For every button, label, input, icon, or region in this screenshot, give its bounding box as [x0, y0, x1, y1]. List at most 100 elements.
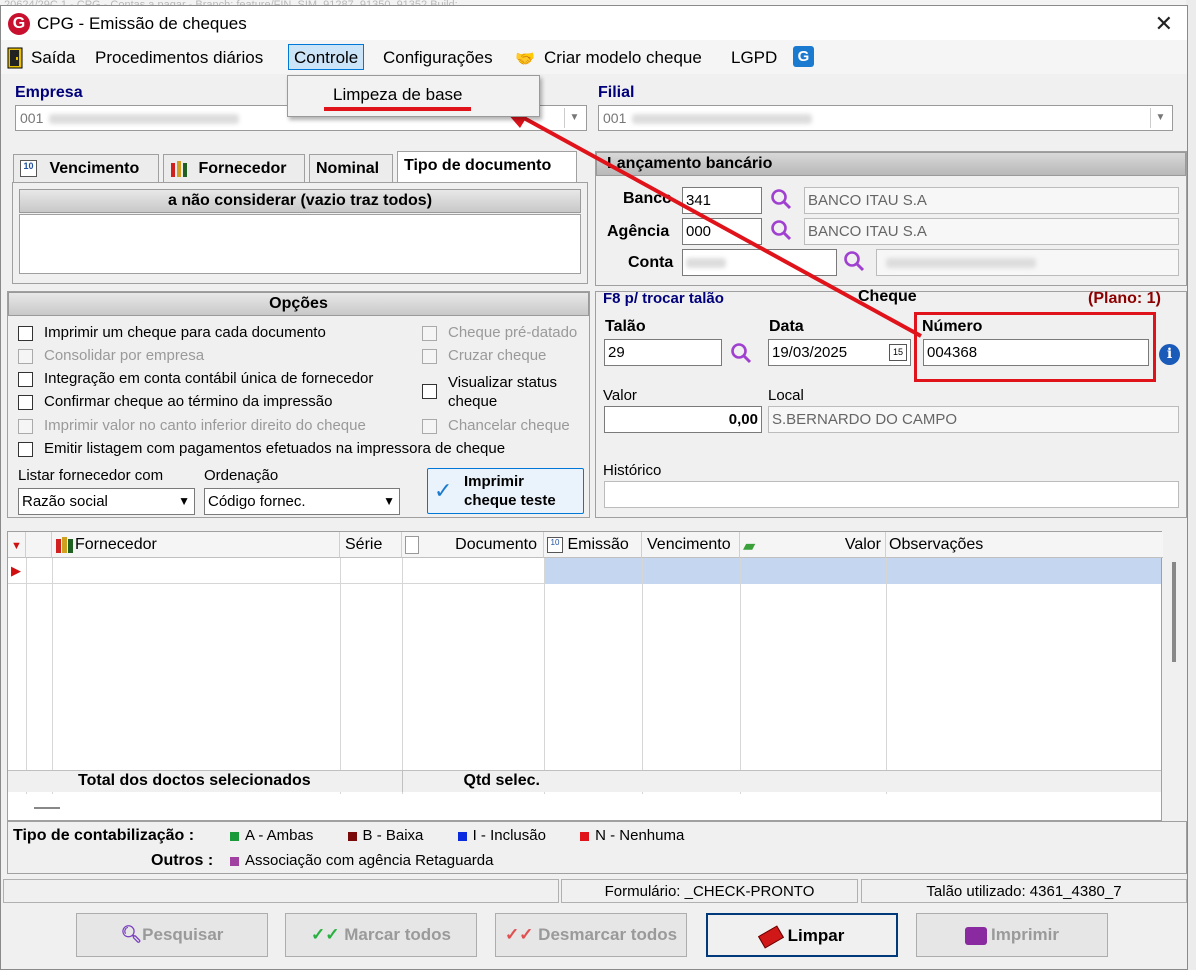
search-talao-icon[interactable] [729, 341, 753, 365]
chevron-down-icon[interactable]: ▼ [564, 108, 584, 128]
col-fornecedor[interactable]: Fornecedor [52, 532, 340, 558]
pesquisar-button[interactable]: 🔍︎Pesquisar [76, 913, 268, 957]
opt-imprimir-cada-documento-checkbox[interactable] [18, 326, 33, 341]
opt-confirmar-cheque-checkbox[interactable] [18, 395, 33, 410]
imprimir-button[interactable]: Imprimir [916, 913, 1108, 957]
banco-label: Banco [623, 190, 672, 207]
data-input[interactable]: 19/03/2025 15 [768, 339, 911, 366]
menu-procedimentos-diarios[interactable]: Procedimentos diários [95, 48, 263, 68]
legend-swatch-baixa [347, 831, 357, 841]
table-row[interactable]: ▶ [8, 558, 1161, 584]
tab-tipo-de-documento-label: Tipo de documento [404, 157, 552, 174]
historico-input[interactable] [604, 481, 1179, 508]
col-observacoes[interactable]: Observações [886, 532, 1163, 558]
lancamento-bancario-title: Lançamento bancário [596, 152, 1186, 176]
tab-fornecedor[interactable]: Fornecedor [163, 154, 305, 182]
talao-label: Talão [605, 318, 646, 335]
search-banco-icon[interactable] [769, 187, 793, 211]
agencia-code-input[interactable]: 000 [682, 218, 762, 245]
imprimir-cheque-teste-button[interactable]: ✓ Imprimir cheque teste [427, 468, 584, 514]
menu-criar-modelo-cheque[interactable]: Criar modelo cheque [544, 48, 702, 68]
eraser-icon [757, 924, 784, 949]
help-g-icon[interactable]: G [793, 46, 814, 67]
money-icon: ▰ [743, 538, 756, 555]
double-check-icon: ✓✓ [311, 925, 340, 944]
search-conta-icon[interactable] [842, 249, 866, 273]
col-documento[interactable]: Documento [402, 532, 544, 558]
ordenacao-select[interactable]: Código fornec. ▼ [204, 488, 400, 515]
marcar-todos-button[interactable]: ✓✓ Marcar todos [285, 913, 477, 957]
selected-row-highlight [544, 558, 1161, 584]
grid-line [402, 558, 403, 794]
tab-fornecedor-label: Fornecedor [198, 160, 287, 178]
col-emissao[interactable]: 10 Emissão [544, 532, 642, 558]
opt-consolidar-checkbox [18, 349, 33, 364]
fornecedor-icon [170, 160, 188, 178]
menu-saida[interactable]: Saída [31, 48, 75, 68]
imprimir-teste-line2: cheque teste [464, 492, 556, 509]
grid-line [886, 558, 887, 794]
opcoes-title: Opções [8, 292, 589, 316]
chevron-down-icon[interactable]: ▼ [178, 494, 190, 508]
tab-nominal[interactable]: Nominal [309, 154, 393, 182]
tipo-documento-list[interactable] [19, 214, 581, 274]
close-icon[interactable]: ✕ [1155, 11, 1173, 37]
grid-line [544, 558, 545, 794]
listar-fornecedor-label: Listar fornecedor com [18, 467, 164, 484]
menu-lgpd[interactable]: LGPD [731, 48, 777, 68]
legend-swatch-outros [230, 856, 239, 866]
menu-configuracoes[interactable]: Configurações [383, 48, 493, 68]
chevron-down-icon[interactable]: ▼ [383, 494, 395, 508]
col-serie[interactable]: Série [340, 532, 402, 558]
double-uncheck-icon: ✓✓ [504, 925, 534, 944]
limpar-button[interactable]: Limpar [706, 913, 898, 957]
talao-input[interactable]: 29 [604, 339, 722, 366]
grid-line [26, 558, 27, 794]
cheque-title: Cheque [858, 288, 917, 305]
fornecedor-icon [56, 537, 73, 553]
agencia-name-field: BANCO ITAU S.A [804, 218, 1179, 245]
opt-emitir-listagem-checkbox[interactable] [18, 442, 33, 457]
printer-icon [964, 926, 987, 945]
ordenacao-value: Código fornec. [208, 493, 306, 510]
outros-label: Outros : [151, 852, 214, 869]
opt-consolidar-label: Consolidar por empresa [44, 347, 205, 364]
opt-integracao-checkbox[interactable] [18, 372, 33, 387]
legend-ambas: A - Ambas [245, 827, 314, 844]
menu-controle[interactable]: Controle [288, 44, 365, 70]
legend-items: A - Ambas B - Baixa I - Inclusão N - Nen… [218, 827, 684, 844]
agencia-label: Agência [607, 223, 670, 240]
ordenacao-label: Ordenação [204, 467, 279, 484]
info-icon[interactable]: i [1159, 344, 1180, 365]
banco-code-input[interactable]: 341 [682, 187, 762, 214]
valor-input[interactable]: 0,00 [604, 406, 762, 433]
col-vencimento[interactable]: Vencimento [642, 532, 740, 558]
opt-confirmar-cheque-label: Confirmar cheque ao término da impressão [44, 393, 333, 410]
tipo-documento-panel: a não considerar (vazio traz todos) [12, 182, 588, 284]
calendar-icon[interactable]: 15 [889, 344, 907, 361]
menu-limpeza-de-base[interactable]: Limpeza de base [333, 85, 462, 105]
desmarcar-todos-button[interactable]: ✓✓ Desmarcar todos [495, 913, 687, 957]
conta-input[interactable] [682, 249, 837, 276]
window-title: CPG - Emissão de cheques [37, 14, 247, 33]
grid-check-header [26, 532, 52, 558]
tab-vencimento[interactable]: 10 Vencimento [13, 154, 159, 182]
desmarcar-todos-label: Desmarcar todos [538, 925, 678, 944]
title-bar: G CPG - Emissão de cheques ✕ [1, 6, 1187, 40]
documents-grid[interactable]: ▼ Fornecedor Série Documento 10 Emissão … [7, 531, 1176, 821]
col-valor[interactable]: ▰ Valor [740, 532, 886, 558]
opt-visualizar-status-checkbox[interactable] [422, 384, 437, 399]
footer-qtd-label: Qtd selec. [402, 770, 544, 792]
grid-line [642, 558, 643, 794]
tab-tipo-de-documento[interactable]: Tipo de documento [397, 151, 577, 182]
vertical-scrollbar[interactable] [1172, 562, 1176, 662]
search-agencia-icon[interactable] [769, 218, 793, 242]
horizontal-scrollbar[interactable] [34, 807, 60, 809]
empresa-label: Empresa [15, 84, 83, 101]
listar-fornecedor-select[interactable]: Razão social ▼ [18, 488, 195, 515]
chevron-down-icon[interactable]: ▼ [1150, 108, 1170, 128]
local-field[interactable]: S.BERNARDO DO CAMPO [768, 406, 1179, 433]
menu-bar: Saída Procedimentos diários Controle Con… [1, 40, 1187, 74]
opt-cruzar-label: Cruzar cheque [448, 347, 547, 364]
filial-combo[interactable]: 001 ▼ [598, 105, 1173, 131]
